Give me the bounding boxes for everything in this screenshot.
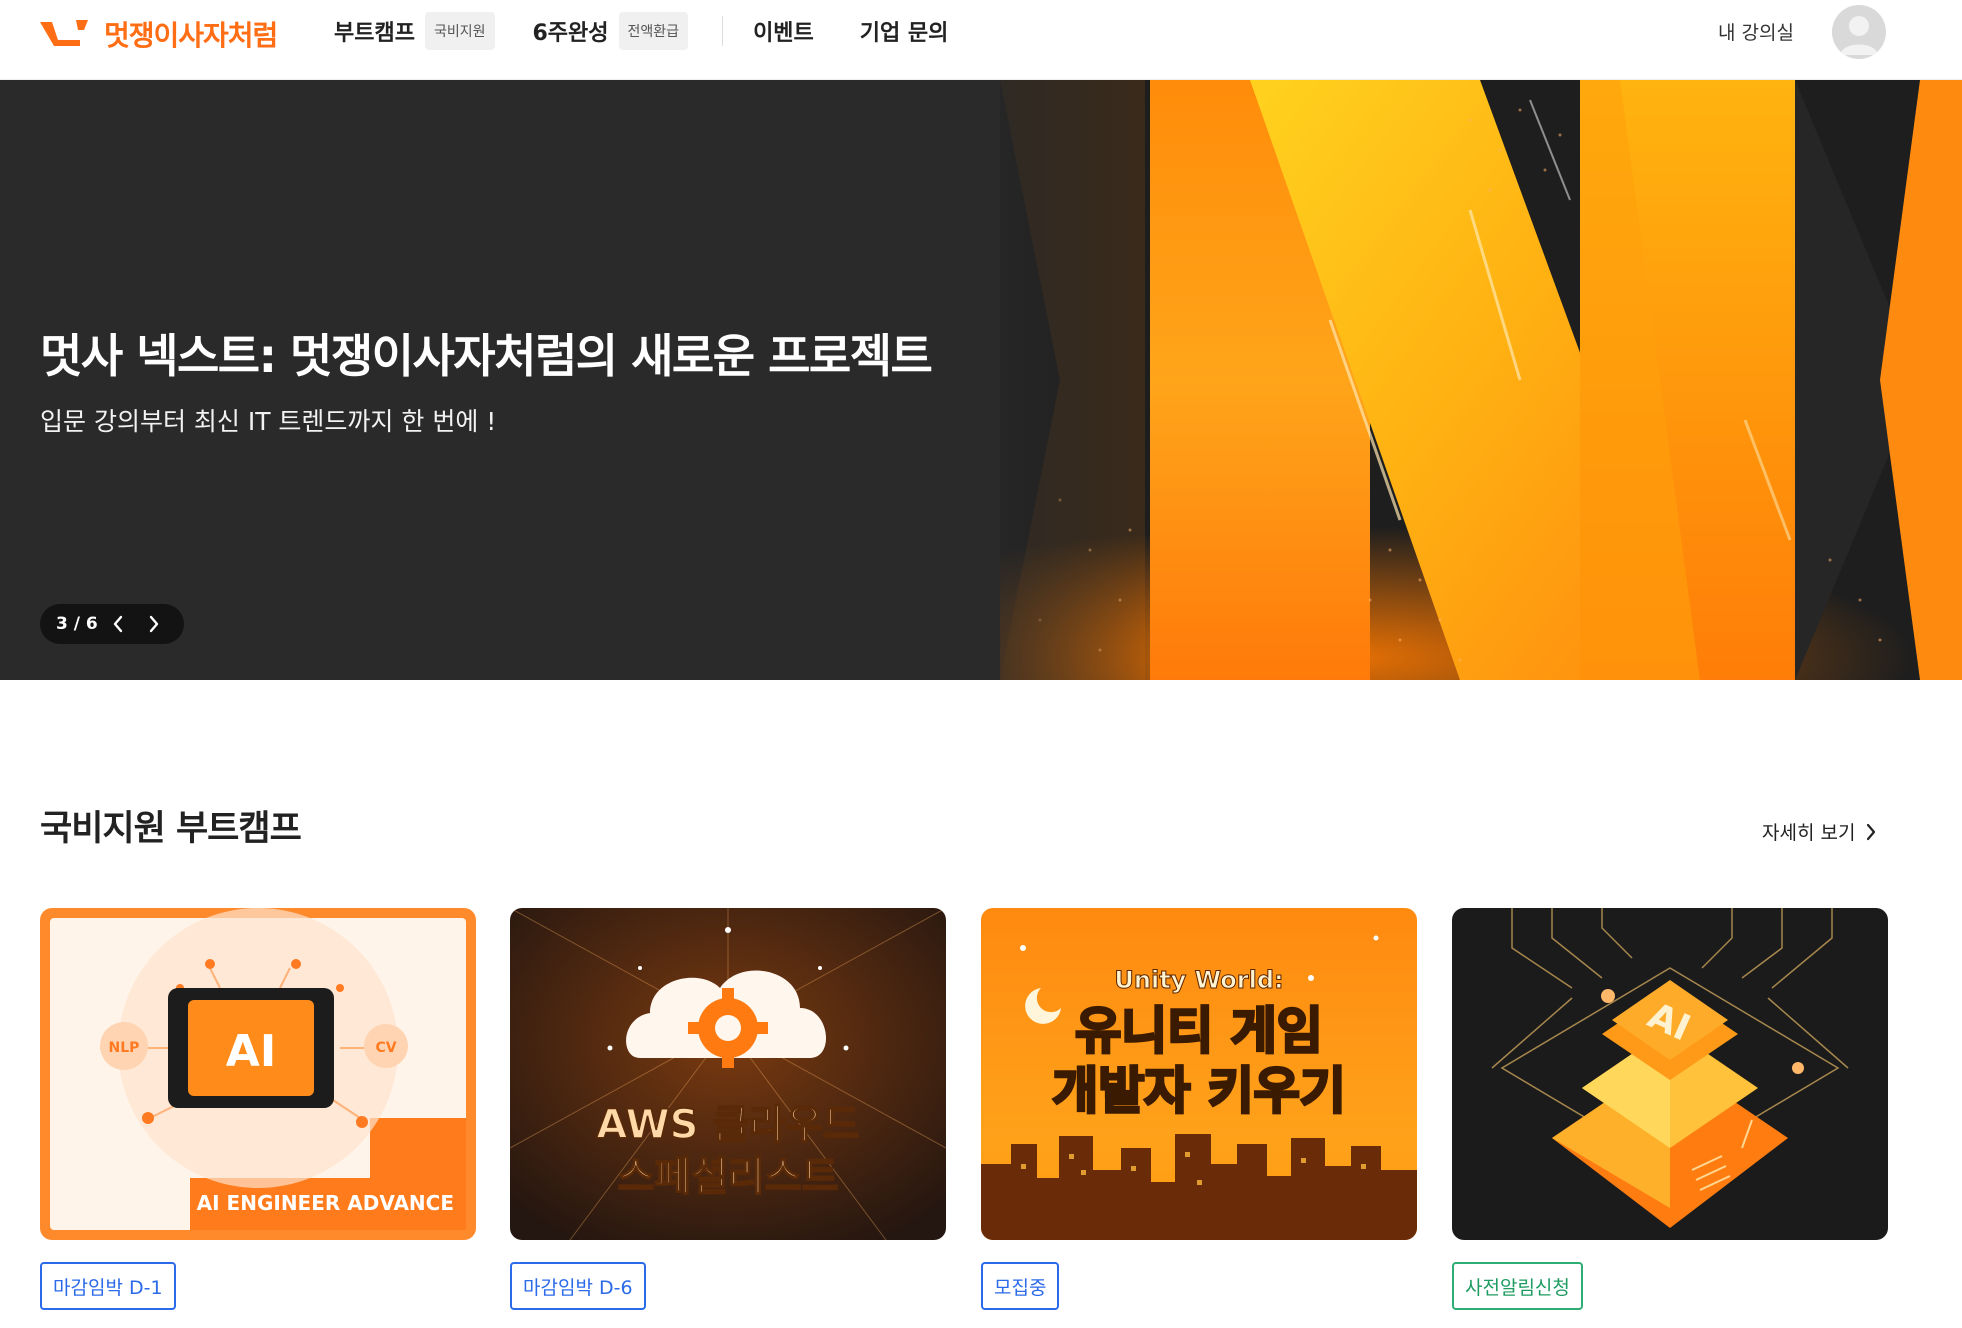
see-more-label: 자세히 보기 bbox=[1762, 822, 1856, 844]
my-course-link[interactable]: 내 강의실 bbox=[1718, 18, 1794, 45]
status-badge[interactable]: 마감임박 D-6 bbox=[510, 1262, 646, 1310]
prev-slide-button[interactable] bbox=[100, 604, 136, 644]
thumbnail-title-line1: 유니티 게임 bbox=[1075, 1002, 1322, 1060]
thumbnail-caption: AI ENGINEER ADVANCE bbox=[197, 1191, 454, 1215]
next-slide-button[interactable] bbox=[136, 604, 172, 644]
nav-bootcamp-badge: 국비지원 bbox=[424, 12, 495, 50]
thumbnail-title-line1: AWS 클라우드 bbox=[596, 1102, 859, 1148]
chevron-left-icon bbox=[113, 615, 123, 633]
user-icon bbox=[1840, 16, 1878, 55]
section-title: 국비지원 부트캠프 bbox=[40, 809, 302, 849]
course-thumbnail-unity: Unity World: 유니티 게임 개발자 키우기 bbox=[981, 908, 1417, 1240]
thumbnail-eyebrow: Unity World: bbox=[1114, 966, 1283, 994]
pager-count: 3 / 6 bbox=[56, 614, 98, 634]
hero-subtitle: 입문 강의부터 최신 IT 트렌드까지 한 번에 ! bbox=[40, 407, 497, 436]
course-thumbnail-ai: NLP CV AI AI ENGINEER ADVANCE bbox=[40, 908, 476, 1240]
nav-event[interactable]: 이벤트 bbox=[753, 15, 814, 47]
nav-divider bbox=[722, 16, 724, 46]
site-header: 멋쟁이사자처럼 부트캠프 국비지원 6주완성 전액환급 이벤트 기업 문의 내 … bbox=[0, 0, 1962, 80]
thumbnail-title-line2: 스페셜리스트 bbox=[618, 1154, 839, 1200]
course-card-ai-engineer[interactable]: NLP CV AI AI ENGINEER ADVANCE bbox=[40, 908, 476, 1240]
nav-6weeks-label: 6주완성 bbox=[532, 21, 609, 46]
course-card-ai-pyramid[interactable]: AI bbox=[1452, 908, 1888, 1240]
thumbnail-title-line2: 개발자 키우기 bbox=[1052, 1062, 1345, 1120]
status-badge[interactable]: 모집중 bbox=[981, 1262, 1060, 1310]
nav-bootcamp-label: 부트캠프 bbox=[334, 21, 415, 46]
nav-business-inquiry-label: 기업 문의 bbox=[859, 21, 949, 46]
chip-label-nlp: NLP bbox=[109, 1040, 140, 1056]
nav-business-inquiry[interactable]: 기업 문의 bbox=[860, 15, 949, 47]
chip-label-cv: CV bbox=[375, 1040, 396, 1056]
status-badge[interactable]: 마감임박 D-1 bbox=[40, 1262, 176, 1310]
hero-title: 멋사 넥스트: 멋쟁이사자처럼의 새로운 프로젝트 bbox=[40, 329, 933, 383]
avatar[interactable] bbox=[1832, 5, 1886, 59]
logo-text: 멋쟁이사자처럼 bbox=[104, 19, 278, 52]
course-card-aws[interactable]: AWS 클라우드 스페셜리스트 bbox=[510, 908, 946, 1240]
course-thumbnail-aws: AWS 클라우드 스페셜리스트 bbox=[510, 908, 946, 1240]
nav-6weeks-badge: 전액환급 bbox=[618, 12, 689, 50]
status-badge[interactable]: 사전알림신청 bbox=[1452, 1262, 1583, 1310]
nav-bootcamp[interactable]: 부트캠프 국비지원 bbox=[334, 12, 495, 50]
site-logo[interactable]: 멋쟁이사자처럼 bbox=[40, 14, 278, 54]
logo-icon bbox=[40, 20, 88, 46]
course-card-unity[interactable]: Unity World: 유니티 게임 개발자 키우기 bbox=[981, 908, 1417, 1240]
course-thumbnail-ai-pyramid: AI bbox=[1452, 908, 1888, 1240]
see-more-link[interactable]: 자세히 보기 bbox=[1762, 818, 1877, 845]
hero-pager: 3 / 6 bbox=[40, 604, 184, 644]
chevron-right-icon bbox=[149, 615, 159, 633]
chevron-right-icon bbox=[1867, 823, 1876, 840]
chip-label-ai: AI bbox=[226, 1026, 276, 1077]
nav-event-label: 이벤트 bbox=[753, 21, 814, 46]
main-nav: 부트캠프 국비지원 6주완성 전액환급 이벤트 기업 문의 bbox=[334, 12, 948, 50]
nav-6weeks[interactable]: 6주완성 전액환급 bbox=[533, 12, 689, 50]
hero-banner[interactable]: 멋사 넥스트: 멋쟁이사자처럼의 새로운 프로젝트 입문 강의부터 최신 IT … bbox=[0, 80, 1962, 680]
